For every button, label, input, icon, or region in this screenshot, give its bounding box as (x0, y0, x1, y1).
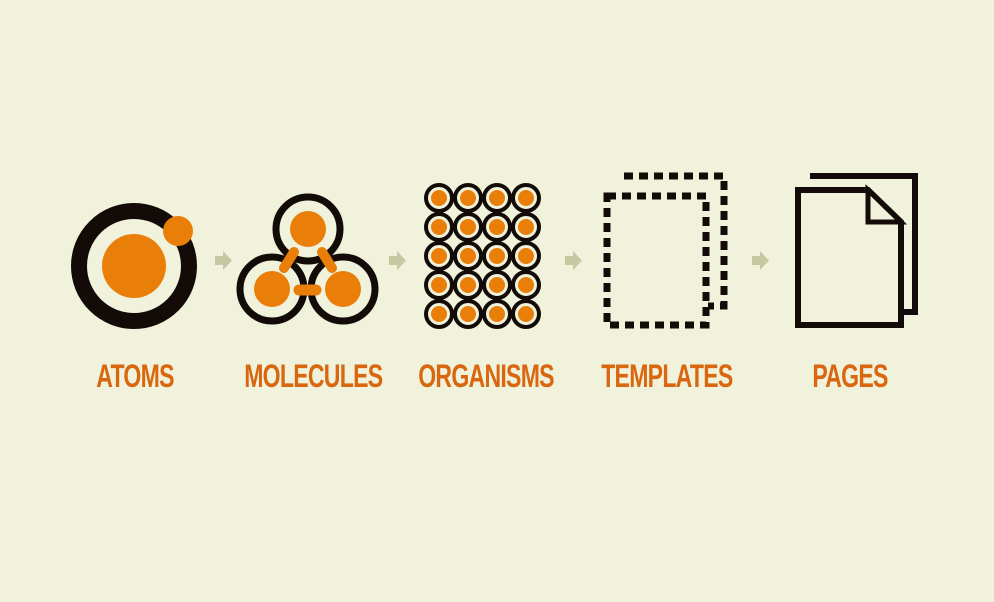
arrow-icon (215, 251, 232, 270)
stage-label-molecules: MOLECULES (244, 358, 383, 394)
molecule-icon (236, 193, 379, 325)
atomic-design-diagram: ATOMS MOLECULES ORGANISMS TEMPLATES PAGE… (0, 0, 994, 602)
stage-label-templates: TEMPLATES (601, 358, 733, 394)
diagram-artwork (71, 172, 918, 329)
arrow-icon (752, 251, 769, 270)
atom-icon (71, 203, 197, 329)
stage-label-pages: PAGES (812, 358, 888, 394)
stage-label-atoms: ATOMS (96, 358, 174, 394)
arrow-icon (389, 251, 406, 270)
template-icon (603, 172, 728, 329)
organism-icon (424, 183, 541, 329)
arrow-icon (565, 251, 582, 270)
pages-icon (795, 173, 918, 328)
stage-label-organisms: ORGANISMS (418, 358, 554, 394)
